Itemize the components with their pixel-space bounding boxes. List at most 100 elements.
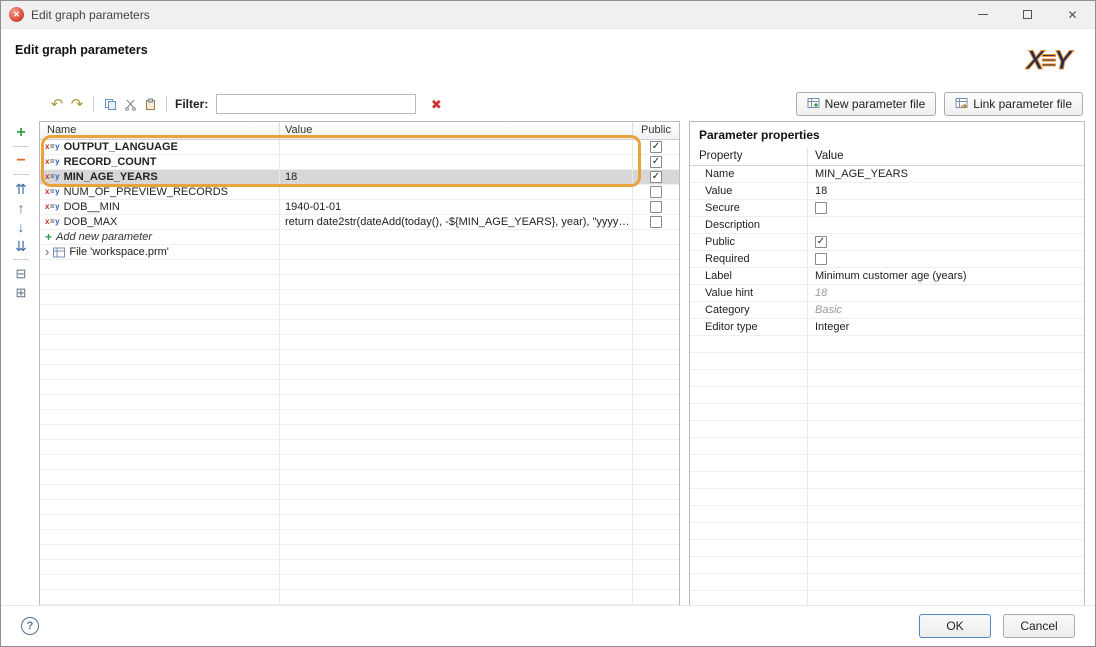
paste-icon[interactable] bbox=[140, 94, 160, 114]
cut-icon[interactable] bbox=[120, 94, 140, 114]
public-checkbox[interactable] bbox=[650, 201, 662, 213]
parameter-file-row[interactable]: › File 'workspace.prm' bbox=[40, 245, 679, 260]
parameter-row[interactable]: x=yMIN_AGE_YEARS18✓ bbox=[40, 170, 679, 185]
column-header-name[interactable]: Name bbox=[40, 122, 280, 139]
window-title: Edit graph parameters bbox=[31, 8, 150, 22]
property-name: Editor type bbox=[690, 319, 808, 335]
empty-row bbox=[690, 370, 1084, 387]
empty-row bbox=[690, 591, 1084, 606]
move-top-icon[interactable]: ⇈ bbox=[11, 179, 31, 198]
move-down-icon[interactable]: ↓ bbox=[11, 217, 31, 236]
property-row[interactable]: Secure bbox=[690, 200, 1084, 217]
filter-input[interactable] bbox=[216, 94, 416, 114]
empty-row bbox=[40, 395, 679, 410]
empty-row bbox=[40, 425, 679, 440]
empty-row bbox=[40, 515, 679, 530]
parameter-file-icon bbox=[53, 247, 65, 258]
cloverdx-logo: X≡Y bbox=[1025, 41, 1079, 80]
ok-button[interactable]: OK bbox=[919, 614, 991, 638]
parameters-table: Name Value Public x=yOUTPUT_LANGUAGE✓ x=y… bbox=[39, 121, 680, 607]
undo-icon[interactable]: ↶ bbox=[47, 94, 67, 114]
column-header-property[interactable]: Property bbox=[690, 148, 808, 165]
parameter-name: DOB__MIN bbox=[64, 200, 120, 214]
add-new-parameter-row[interactable]: + Add new parameter bbox=[40, 230, 679, 245]
move-up-icon[interactable]: ↑ bbox=[11, 198, 31, 217]
remove-parameter-icon[interactable]: − bbox=[11, 151, 31, 170]
svg-text:X≡Y: X≡Y bbox=[1025, 45, 1075, 75]
property-value: MIN_AGE_YEARS bbox=[808, 166, 1084, 182]
empty-row bbox=[40, 320, 679, 335]
collapse-all-icon[interactable]: ⊟ bbox=[11, 264, 31, 283]
property-row[interactable]: NameMIN_AGE_YEARS bbox=[690, 166, 1084, 183]
public-checkbox[interactable]: ✓ bbox=[650, 171, 662, 183]
main-area: + − ⇈ ↑ ↓ ⇊ ⊟ ⊞ Name Value Public x=yOUT… bbox=[1, 121, 1095, 607]
parameter-row[interactable]: x=yNUM_OF_PREVIEW_RECORDS bbox=[40, 185, 679, 200]
close-button[interactable]: ✕ bbox=[1050, 1, 1095, 29]
copy-icon[interactable] bbox=[100, 94, 120, 114]
property-row[interactable]: Editor typeInteger bbox=[690, 319, 1084, 336]
property-row[interactable]: Value hint18 bbox=[690, 285, 1084, 302]
parameter-icon: x=y bbox=[45, 218, 60, 226]
property-row[interactable]: Public✓ bbox=[690, 234, 1084, 251]
property-value bbox=[808, 251, 1084, 267]
maximize-icon bbox=[1023, 10, 1032, 19]
required-checkbox[interactable] bbox=[815, 253, 827, 265]
property-name: Description bbox=[690, 217, 808, 233]
empty-row bbox=[40, 500, 679, 515]
separator bbox=[166, 96, 167, 112]
expand-all-icon[interactable]: ⊞ bbox=[11, 283, 31, 302]
add-parameter-icon[interactable]: + bbox=[11, 123, 31, 142]
property-name: Name bbox=[690, 166, 808, 182]
secure-checkbox[interactable] bbox=[815, 202, 827, 214]
parameter-row[interactable]: x=yOUTPUT_LANGUAGE✓ bbox=[40, 140, 679, 155]
property-value bbox=[808, 217, 1084, 233]
parameter-name: RECORD_COUNT bbox=[64, 155, 157, 169]
parameter-value bbox=[280, 140, 633, 154]
cancel-button[interactable]: Cancel bbox=[1003, 614, 1075, 638]
link-parameter-file-label: Link parameter file bbox=[973, 97, 1072, 111]
empty-row bbox=[40, 290, 679, 305]
empty-row bbox=[40, 350, 679, 365]
column-header-public[interactable]: Public bbox=[633, 122, 679, 139]
parameter-name: MIN_AGE_YEARS bbox=[64, 170, 158, 184]
property-row[interactable]: Required bbox=[690, 251, 1084, 268]
parameter-icon: x=y bbox=[45, 188, 60, 196]
parameter-properties-panel: Parameter properties Property Value Name… bbox=[689, 121, 1085, 607]
clear-filter-icon[interactable]: ✖ bbox=[426, 94, 446, 114]
link-parameter-file-button[interactable]: Link parameter file bbox=[944, 92, 1083, 116]
public-checkbox[interactable]: ✓ bbox=[650, 156, 662, 168]
filter-label: Filter: bbox=[175, 97, 208, 111]
property-value bbox=[808, 200, 1084, 216]
parameter-value bbox=[280, 185, 633, 199]
add-new-parameter-label: Add new parameter bbox=[56, 230, 152, 244]
parameter-row[interactable]: x=yDOB__MIN1940-01-01 bbox=[40, 200, 679, 215]
redo-icon[interactable]: ↷ bbox=[67, 94, 87, 114]
separator bbox=[13, 174, 29, 175]
maximize-button[interactable] bbox=[1005, 1, 1050, 29]
public-checkbox[interactable]: ✓ bbox=[650, 141, 662, 153]
public-checkbox[interactable] bbox=[650, 186, 662, 198]
parameter-row[interactable]: x=yRECORD_COUNT✓ bbox=[40, 155, 679, 170]
property-row[interactable]: Value18 bbox=[690, 183, 1084, 200]
public-checkbox[interactable]: ✓ bbox=[815, 236, 827, 248]
empty-row bbox=[40, 545, 679, 560]
empty-row bbox=[40, 455, 679, 470]
minimize-button[interactable] bbox=[960, 1, 1005, 29]
titlebar[interactable]: ✕ Edit graph parameters ✕ bbox=[1, 1, 1095, 29]
expand-chevron-icon[interactable]: › bbox=[45, 245, 49, 259]
move-bottom-icon[interactable]: ⇊ bbox=[11, 236, 31, 255]
property-row[interactable]: LabelMinimum customer age (years) bbox=[690, 268, 1084, 285]
property-row[interactable]: Description bbox=[690, 217, 1084, 234]
column-header-value[interactable]: Value bbox=[280, 122, 633, 139]
public-checkbox[interactable] bbox=[650, 216, 662, 228]
help-icon[interactable]: ? bbox=[21, 617, 39, 635]
property-row[interactable]: CategoryBasic bbox=[690, 302, 1084, 319]
parameter-icon: x=y bbox=[45, 203, 60, 211]
empty-row bbox=[40, 575, 679, 590]
parameter-row[interactable]: x=yDOB_MAXreturn date2str(dateAdd(today(… bbox=[40, 215, 679, 230]
property-value: ✓ bbox=[808, 234, 1084, 250]
new-parameter-file-button[interactable]: New parameter file bbox=[796, 92, 937, 116]
column-header-prop-value[interactable]: Value bbox=[808, 148, 1084, 165]
separator bbox=[13, 146, 29, 147]
new-file-icon bbox=[807, 97, 820, 112]
